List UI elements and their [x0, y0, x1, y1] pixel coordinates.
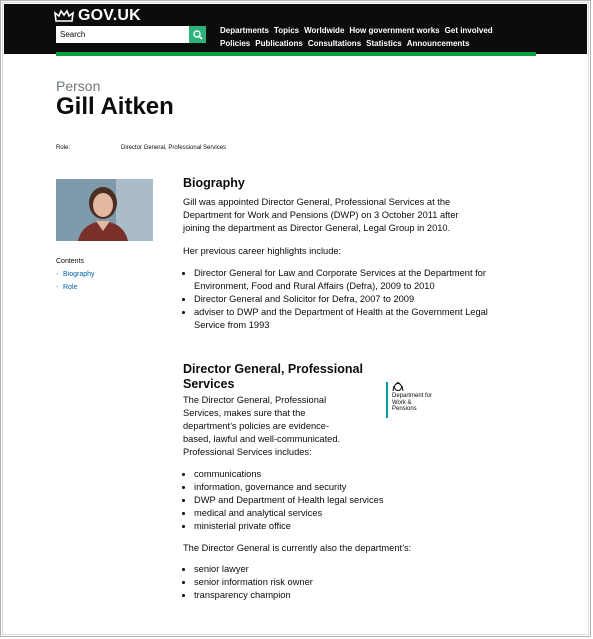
department-logo-text: Department for Work & Pensions — [392, 393, 433, 412]
search-input[interactable] — [56, 26, 189, 43]
search-bar — [56, 26, 206, 43]
nav-link-departments[interactable]: Departments — [220, 24, 269, 37]
nav-link-announcements[interactable]: Announcements — [407, 37, 470, 50]
duties-list: senior lawyer senior information risk ow… — [183, 563, 488, 602]
crown-icon — [54, 9, 74, 22]
list-item: Director General and Solicitor for Defra… — [194, 293, 488, 306]
main-content: Biography Gill was appointed Director Ge… — [183, 176, 488, 602]
list-item: information, governance and security — [194, 481, 488, 494]
nav-link-policies[interactable]: Policies — [220, 37, 250, 50]
search-button[interactable] — [189, 26, 206, 43]
duties-intro: The Director General is currently also t… — [183, 543, 412, 553]
biography-heading: Biography — [183, 176, 245, 190]
list-item: DWP and Department of Health legal servi… — [194, 494, 488, 507]
list-item: communications — [194, 468, 488, 481]
nav-link-publications[interactable]: Publications — [255, 37, 303, 50]
search-icon — [192, 29, 203, 40]
govuk-logo-link[interactable]: GOV.UK — [54, 7, 141, 25]
contents-item: Role — [56, 281, 95, 294]
services-list: communications information, governance a… — [183, 468, 488, 533]
biography-intro: Her previous career highlights include: — [183, 246, 342, 256]
list-item: ministerial private office — [194, 520, 488, 533]
nav-link-how-government-works[interactable]: How government works — [349, 24, 439, 37]
list-item: medical and analytical services — [194, 507, 488, 520]
role-heading: Director General, Professional Services — [183, 362, 363, 391]
main-nav: Departments Topics Worldwide How governm… — [220, 24, 493, 50]
list-item: transparency champion — [194, 589, 488, 602]
nav-link-get-involved[interactable]: Get involved — [445, 24, 493, 37]
role-metadata: Role: Director General, Professional Ser… — [56, 145, 226, 151]
nav-link-statistics[interactable]: Statistics — [366, 37, 402, 50]
contents-nav: Contents Biography Role — [56, 255, 95, 294]
nav-link-worldwide[interactable]: Worldwide — [304, 24, 344, 37]
contents-link-role[interactable]: Role — [63, 284, 77, 291]
logo-text: GOV.UK — [78, 7, 141, 24]
list-item: Director General for Law and Corporate S… — [194, 267, 488, 293]
nav-link-topics[interactable]: Topics — [274, 24, 299, 37]
list-item: senior lawyer — [194, 563, 488, 576]
contents-link-biography[interactable]: Biography — [63, 271, 95, 278]
role-description-text: The Director General, Professional Servi… — [183, 395, 341, 457]
role-value: Director General, Professional Services — [121, 145, 227, 151]
nav-row-2: Policies Publications Consultations Stat… — [220, 37, 493, 50]
list-item: senior information risk owner — [194, 576, 488, 589]
portrait-image — [56, 179, 153, 241]
career-highlights-list: Director General for Law and Corporate S… — [183, 267, 488, 332]
biography-paragraph: Gill was appointed Director General, Pro… — [183, 197, 459, 233]
nav-row-1: Departments Topics Worldwide How governm… — [220, 24, 493, 37]
page-type-label: Person — [56, 78, 101, 94]
contents-title: Contents — [56, 258, 85, 265]
header-accent-bar — [56, 52, 536, 56]
contents-item: Biography — [56, 268, 95, 281]
role-key: Role: — [56, 145, 71, 151]
page-title: Gill Aitken — [56, 93, 174, 120]
department-logo: Department for Work & Pensions — [386, 382, 436, 418]
nav-link-consultations[interactable]: Consultations — [308, 37, 361, 50]
person-photo — [56, 179, 153, 241]
royal-crest-icon — [392, 382, 404, 392]
list-item: adviser to DWP and the Department of Hea… — [194, 306, 488, 332]
role-description: The Director General, Professional Servi… — [183, 394, 355, 459]
